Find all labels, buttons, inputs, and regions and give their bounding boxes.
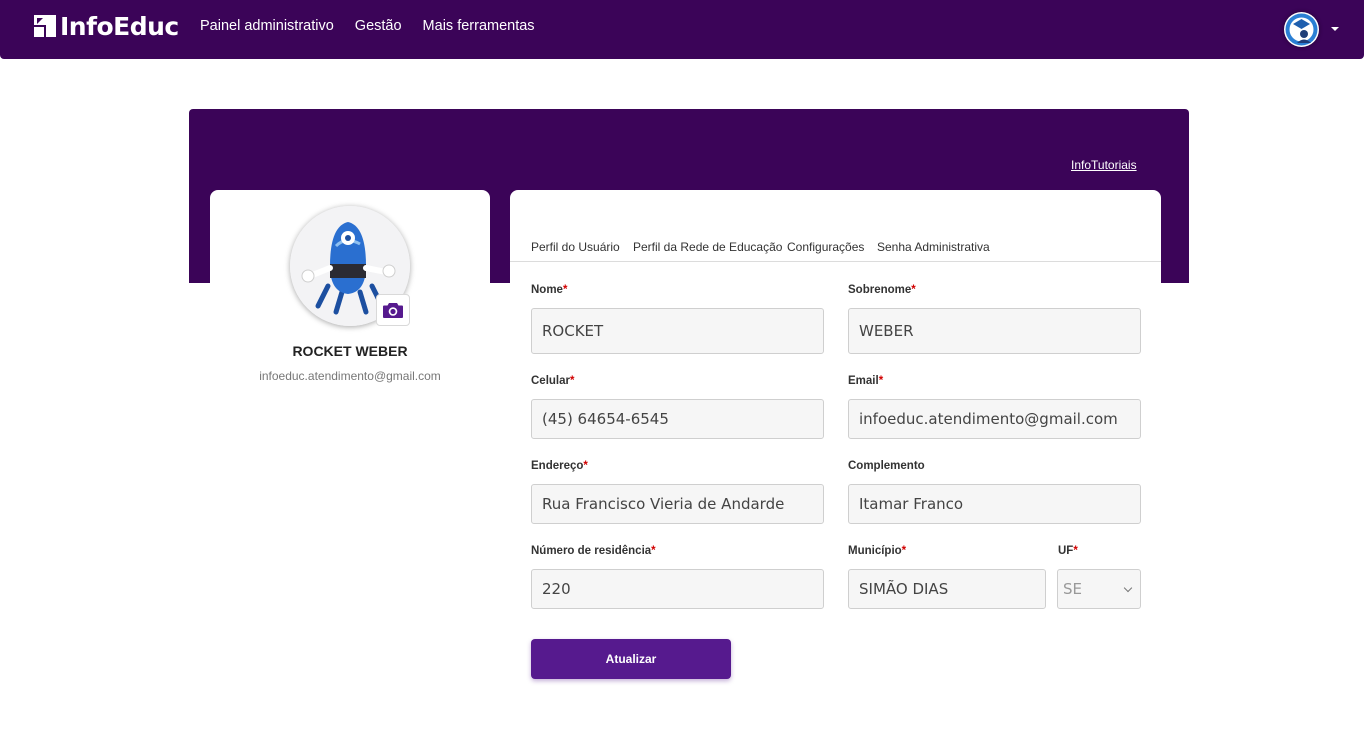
- required-mark: *: [651, 545, 656, 557]
- tab-configuracoes[interactable]: Configurações: [787, 240, 864, 254]
- change-photo-button[interactable]: [376, 294, 410, 326]
- celular-label: Celular*: [531, 375, 574, 387]
- endereco-label-text: Endereço: [531, 460, 584, 472]
- uf-label-text: UF: [1058, 545, 1074, 557]
- required-mark: *: [901, 545, 907, 557]
- user-profile-form-card: Perfil do Usuário Perfil da Rede de Educ…: [510, 190, 1161, 700]
- celular-input[interactable]: [531, 399, 824, 439]
- tab-perfil-da-rede-de-educacao[interactable]: Perfil da Rede de Educação: [633, 240, 782, 254]
- endereco-label: Endereço*: [531, 460, 588, 472]
- user-avatar[interactable]: [1284, 12, 1319, 47]
- required-mark: *: [1073, 545, 1078, 557]
- numero-residencia-label-text: Número de residência: [531, 545, 652, 557]
- complemento-label: Complemento: [848, 460, 925, 472]
- profile-name: ROCKET WEBER: [292, 343, 408, 359]
- nome-label: Nome*: [531, 284, 567, 296]
- uf-selected-value: SE: [1063, 580, 1082, 598]
- infotutoriais-link[interactable]: InfoTutoriais: [1071, 158, 1137, 172]
- nav-link-painel-administrativo[interactable]: Painel administrativo: [200, 17, 334, 35]
- nome-input[interactable]: [531, 308, 824, 354]
- email-label: Email*: [848, 375, 883, 387]
- municipio-label-text: Município: [848, 545, 902, 557]
- tab-perfil-do-usuario[interactable]: Perfil do Usuário: [531, 240, 620, 254]
- endereco-input[interactable]: [531, 484, 824, 524]
- numero-residencia-label: Número de residência*: [531, 545, 656, 557]
- required-mark: *: [562, 284, 568, 296]
- top-navbar: InfoEduc Painel administrativo Gestão Ma…: [0, 0, 1364, 59]
- sobrenome-label-text: Sobrenome: [848, 284, 912, 296]
- tab-senha-administrativa[interactable]: Senha Administrativa: [877, 240, 990, 254]
- profile-email: infoeduc.atendimento@gmail.com: [259, 369, 441, 383]
- caret-down-icon[interactable]: [1331, 27, 1339, 31]
- profile-card: ROCKET WEBER infoeduc.atendimento@gmail.…: [210, 190, 490, 410]
- required-mark: *: [878, 375, 884, 387]
- infoeduc-logo-icon: [34, 15, 56, 37]
- user-avatar-icon: [1285, 13, 1318, 46]
- atualizar-button[interactable]: Atualizar: [531, 639, 731, 679]
- complemento-input[interactable]: [848, 484, 1141, 524]
- municipio-label: Município*: [848, 545, 906, 557]
- sobrenome-label: Sobrenome*: [848, 284, 916, 296]
- nav-link-gestao[interactable]: Gestão: [355, 17, 402, 35]
- required-mark: *: [583, 460, 588, 472]
- camera-icon: [383, 303, 403, 318]
- email-label-text: Email: [848, 375, 879, 387]
- chevron-down-icon: [1123, 583, 1133, 593]
- nome-label-text: Nome: [531, 284, 563, 296]
- brand-name: InfoEduc: [60, 11, 179, 41]
- profile-tabs: Perfil do Usuário Perfil da Rede de Educ…: [510, 238, 1161, 262]
- numero-residencia-input[interactable]: [531, 569, 824, 609]
- uf-select[interactable]: SE: [1057, 569, 1141, 609]
- required-mark: *: [570, 375, 575, 387]
- sobrenome-input[interactable]: [848, 308, 1141, 354]
- email-input[interactable]: [848, 399, 1141, 439]
- nav-links: Painel administrativo Gestão Mais ferram…: [200, 17, 556, 35]
- celular-label-text: Celular: [531, 375, 570, 387]
- municipio-input[interactable]: [848, 569, 1046, 609]
- uf-label: UF*: [1058, 545, 1078, 557]
- brand-logo[interactable]: InfoEduc: [34, 11, 179, 41]
- nav-link-mais-ferramentas[interactable]: Mais ferramentas: [423, 17, 535, 35]
- required-mark: *: [911, 284, 916, 296]
